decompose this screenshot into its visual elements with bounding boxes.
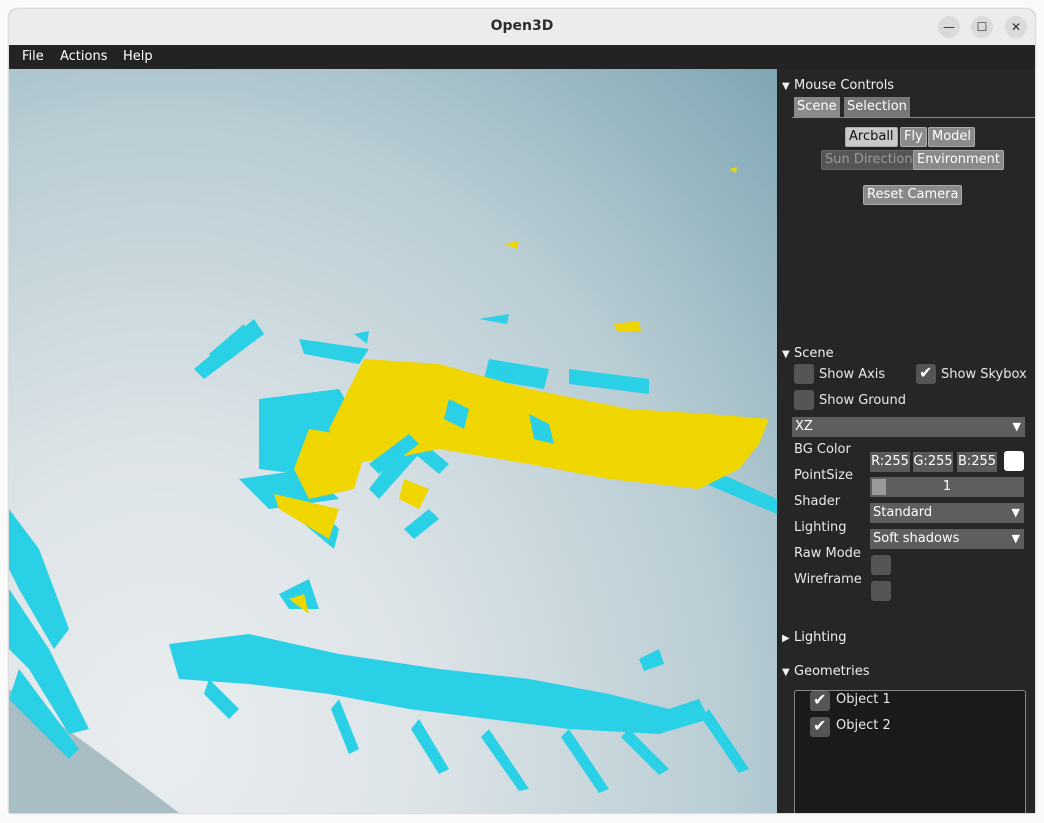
- environment-button[interactable]: Environment: [913, 150, 1005, 170]
- close-icon[interactable]: ✕: [1005, 16, 1027, 38]
- menu-file[interactable]: File: [22, 49, 44, 64]
- point-size-slider[interactable]: 1: [870, 477, 1024, 497]
- object-1-checkbox[interactable]: [810, 690, 830, 711]
- lighting-header[interactable]: ▶ Lighting: [782, 630, 847, 645]
- shader-select[interactable]: Standard ▼: [870, 503, 1024, 523]
- app-window: Open3D — ☐ ✕ File Actions Help ▼ Mouse C…: [9, 9, 1035, 813]
- maximize-icon[interactable]: ☐: [971, 16, 993, 38]
- bg-red-field[interactable]: R:255: [870, 452, 910, 472]
- point-cloud: [9, 167, 777, 813]
- title-bar: Open3D — ☐ ✕: [9, 9, 1035, 46]
- shader-label: Shader: [794, 494, 841, 509]
- chevron-down-icon: ▼: [1011, 532, 1020, 545]
- geometries-header[interactable]: ▼ Geometries: [782, 664, 870, 679]
- show-skybox-checkbox[interactable]: [916, 363, 936, 384]
- minimize-icon[interactable]: —: [938, 16, 960, 38]
- bg-blue-field[interactable]: B:255: [957, 452, 997, 472]
- point-size-label: PointSize: [794, 468, 853, 483]
- 3d-viewport[interactable]: [9, 69, 777, 813]
- chevron-down-icon: ▼: [1011, 506, 1020, 519]
- show-ground-label: Show Ground: [819, 393, 907, 408]
- show-axis-checkbox[interactable]: [794, 364, 814, 384]
- raw-mode-label: Raw Mode: [794, 546, 861, 561]
- model-button[interactable]: Model: [928, 127, 976, 147]
- scene-header[interactable]: ▼ Scene: [782, 346, 834, 361]
- lighting-label: Lighting: [794, 520, 847, 535]
- raw-mode-checkbox[interactable]: [871, 555, 891, 575]
- chevron-down-icon: ▼: [1012, 420, 1021, 433]
- window-title: Open3D: [490, 18, 554, 34]
- arcball-button[interactable]: Arcball: [845, 127, 898, 147]
- wireframe-checkbox[interactable]: [871, 581, 891, 601]
- tab-scene[interactable]: Scene: [794, 97, 840, 117]
- show-ground-checkbox[interactable]: [794, 390, 814, 410]
- menu-bar: File Actions Help: [9, 45, 1035, 69]
- show-skybox-label: Show Skybox: [941, 367, 1027, 382]
- sun-direction-button[interactable]: Sun Direction: [821, 150, 917, 170]
- settings-panel: ▼ Mouse Controls Scene Selection Arcball …: [778, 69, 1035, 813]
- expand-triangle-icon: ▶: [782, 633, 790, 644]
- tab-selection[interactable]: Selection: [844, 97, 910, 117]
- reset-camera-button[interactable]: Reset Camera: [863, 185, 963, 205]
- collapse-triangle-icon: ▼: [782, 349, 790, 360]
- collapse-triangle-icon: ▼: [782, 667, 790, 678]
- bg-color-swatch[interactable]: [1004, 451, 1024, 471]
- wireframe-label: Wireframe: [794, 572, 862, 587]
- bg-green-field[interactable]: G:255: [913, 452, 953, 472]
- lighting-select[interactable]: Soft shadows ▼: [870, 529, 1024, 549]
- point-size-value: 1: [942, 479, 952, 494]
- bg-color-label: BG Color: [794, 442, 851, 457]
- ground-plane-select[interactable]: XZ ▼: [792, 417, 1025, 437]
- geometries-list: Object 1 Object 2: [794, 690, 1026, 813]
- object-1-label: Object 1: [836, 692, 891, 707]
- collapse-triangle-icon: ▼: [782, 81, 790, 92]
- menu-actions[interactable]: Actions: [60, 49, 108, 64]
- show-axis-label: Show Axis: [819, 367, 886, 382]
- fly-button[interactable]: Fly: [900, 127, 927, 147]
- menu-help[interactable]: Help: [123, 49, 153, 64]
- tab-underline: [792, 117, 1035, 118]
- mouse-controls-header[interactable]: ▼ Mouse Controls: [782, 78, 894, 93]
- object-2-checkbox[interactable]: [810, 716, 830, 737]
- object-2-label: Object 2: [836, 718, 891, 733]
